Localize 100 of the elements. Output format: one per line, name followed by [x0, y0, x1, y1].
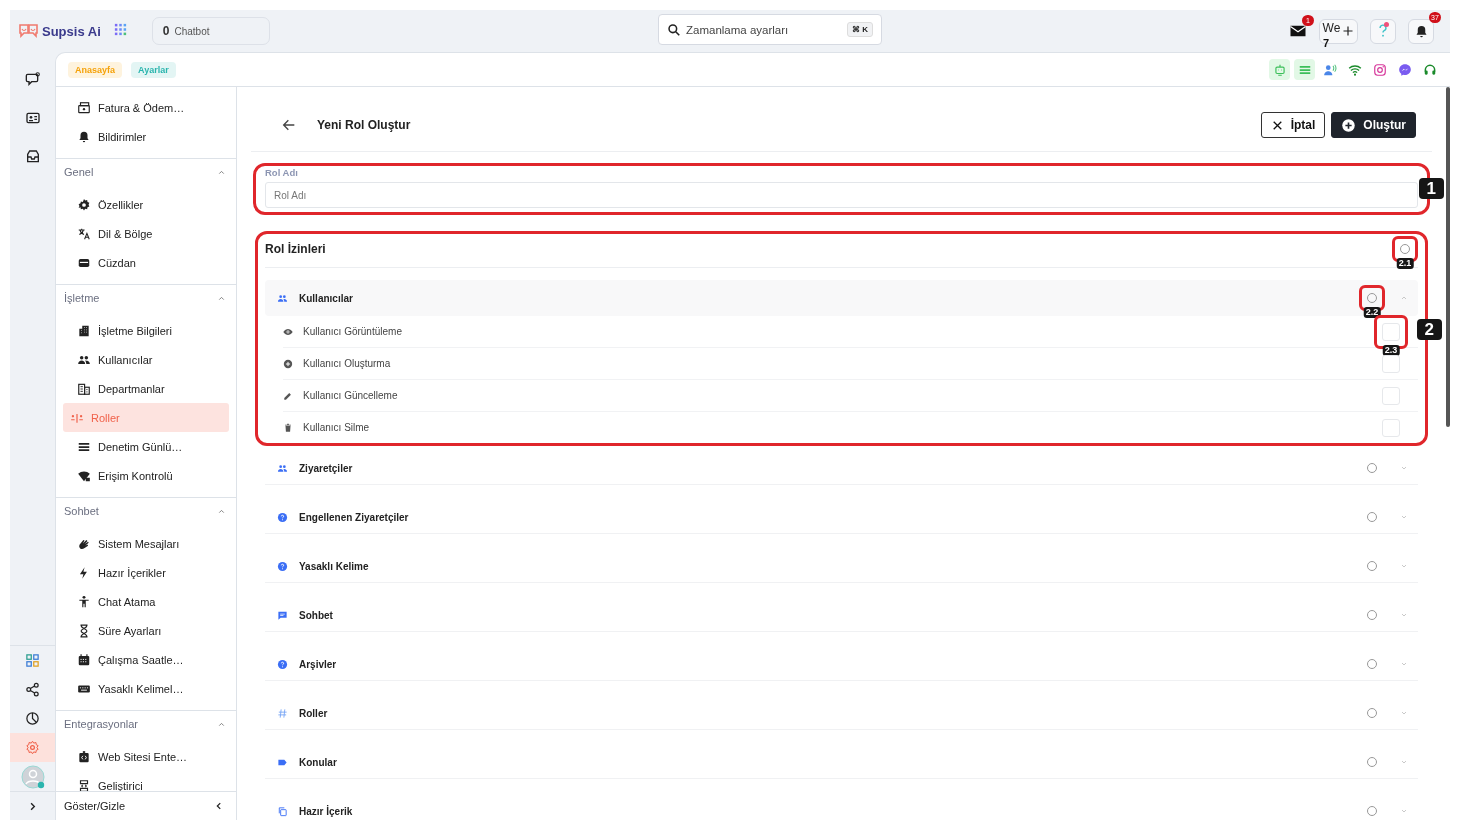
sidebar-item[interactable]: Fatura & Ödem… — [63, 93, 229, 123]
toggle-label[interactable]: Göster/Gizle — [64, 800, 126, 812]
annotation-label: 1 — [1418, 178, 1444, 199]
speaker-person-icon[interactable] — [1322, 62, 1337, 77]
share-icon[interactable] — [25, 682, 40, 697]
chat-bubble-icon — [277, 609, 288, 621]
hourglass-icon — [77, 623, 91, 638]
hash-icon — [277, 707, 288, 719]
alert-dot — [1384, 21, 1389, 27]
sidebar-item[interactable]: Özellikler — [63, 190, 229, 219]
chevron-down-icon[interactable] — [1400, 807, 1408, 815]
cancel-button[interactable]: İptal — [1260, 112, 1326, 138]
apps-icon[interactable] — [25, 653, 40, 668]
apps-grid-icon[interactable] — [112, 21, 128, 37]
shortcut-hint: ⌘ K — [847, 22, 873, 37]
building-icon — [77, 323, 91, 338]
permission-checkbox[interactable] — [1382, 386, 1400, 405]
plus-icon — [1342, 25, 1355, 37]
sidebar-item[interactable]: Yasaklı Kelimel… — [63, 674, 229, 703]
permission-name: Kullanıcı Silme — [303, 422, 371, 433]
section-title: Genel — [64, 166, 94, 178]
brand-name: Supsis Ai — [42, 23, 101, 39]
page-title: Yeni Rol Oluştur — [317, 118, 411, 132]
chevron-down-icon[interactable] — [1400, 464, 1408, 472]
chevron-down-icon[interactable] — [1400, 562, 1408, 570]
help-circle-icon — [277, 511, 288, 523]
invoice-icon — [77, 100, 91, 115]
chatbot-count: 0 — [162, 24, 170, 38]
annotation-label: 2.2 — [1363, 307, 1381, 318]
trash-icon — [283, 422, 293, 433]
logo-icon — [18, 23, 40, 39]
chevron-down-icon[interactable] — [1400, 758, 1408, 766]
code-icon — [77, 749, 91, 764]
inbox-icon[interactable] — [24, 148, 41, 165]
camera-icon[interactable] — [1372, 62, 1387, 77]
translate-icon — [77, 226, 91, 241]
help-button[interactable] — [1370, 18, 1396, 44]
chatbot-label: Chatbot — [174, 25, 210, 37]
plus-circle-icon — [283, 358, 293, 369]
sidebar-item[interactable]: Sistem Mesajları — [63, 529, 229, 558]
pie-chart-icon[interactable] — [25, 711, 40, 726]
settings-icon[interactable] — [25, 740, 40, 755]
permission-name: Kullanıcı Oluşturma — [303, 358, 392, 369]
group-name: Sohbet — [299, 609, 334, 621]
chevron-down-icon[interactable] — [1400, 709, 1408, 717]
chat-icon[interactable] — [24, 70, 41, 87]
sidebar-item[interactable]: Süre Ayarları — [63, 616, 229, 645]
sidebar-item[interactable]: Denetim Günlü… — [63, 432, 229, 461]
chevron-down-icon[interactable] — [1400, 513, 1408, 521]
notifications-button[interactable] — [1408, 18, 1434, 44]
search-icon — [667, 22, 681, 37]
avatar-icon[interactable] — [20, 764, 45, 789]
scrollbar-thumb[interactable] — [1446, 87, 1450, 427]
sidebar-item[interactable]: Cüzdan — [63, 248, 229, 277]
permission-checkbox[interactable] — [1382, 354, 1400, 373]
group-name: Kullanıcılar — [299, 292, 354, 304]
chatbot-counter[interactable]: 0 Chatbot — [151, 17, 270, 45]
search-field[interactable]: Zamanlama ayarları ⌘ K — [658, 14, 882, 45]
permission-group-header[interactable]: Kullanıcılar 2.2 — [265, 280, 1418, 316]
bell-icon — [77, 130, 91, 145]
role-name-field[interactable]: Rol Adı — [265, 182, 1418, 208]
chevron-down-icon[interactable] — [1400, 611, 1408, 619]
sidebar-item[interactable]: Hazır İçerikler — [63, 558, 229, 587]
create-button[interactable]: Oluştur — [1331, 112, 1416, 138]
sidebar-item[interactable]: Erişim Kontrolü — [63, 461, 229, 490]
annotation-label: 2 — [1416, 319, 1442, 340]
calendar-icon — [77, 652, 91, 667]
eye-icon — [283, 326, 293, 337]
wifi-icon[interactable] — [1347, 62, 1362, 77]
pencil-icon — [283, 390, 293, 401]
sidebar-item[interactable]: Chat Atama — [63, 587, 229, 616]
robot-icon[interactable] — [1272, 62, 1287, 77]
people-icon — [277, 462, 288, 474]
people-icon — [277, 292, 288, 304]
annotation-label: 2.1 — [1396, 258, 1414, 269]
back-arrow-icon[interactable] — [281, 117, 297, 133]
copy-icon — [277, 805, 288, 817]
permission-name: Kullanıcı Güncelleme — [303, 390, 399, 401]
section-title: Entegrasyonlar — [64, 718, 138, 730]
chevron-left-icon[interactable] — [214, 801, 224, 811]
sidebar-item[interactable]: Kullanıcılar — [63, 345, 229, 374]
permission-checkbox[interactable] — [1382, 322, 1400, 341]
sidebar-item[interactable]: Web Sitesi Ente… — [63, 742, 229, 771]
sidebar-item[interactable]: Geliştirici — [63, 771, 229, 791]
sidebar-item[interactable]: Bildirimler — [63, 122, 229, 152]
help-circle-icon — [277, 658, 288, 670]
sidebar-item[interactable]: Dil & Bölge — [63, 219, 229, 248]
sidebar-item[interactable]: Departmanlar — [63, 374, 229, 403]
section-title: Rol İzinleri — [265, 242, 326, 256]
headset-icon[interactable] — [1422, 62, 1437, 77]
sidebar-item[interactable]: İşletme Bilgileri — [63, 316, 229, 345]
sidebar-item[interactable]: Çalışma Saatle… — [63, 645, 229, 674]
help-circle-icon — [277, 560, 288, 572]
messenger-icon[interactable] — [1397, 62, 1412, 77]
chevron-down-icon[interactable] — [1400, 660, 1408, 668]
workspace-label: We — [1322, 21, 1341, 35]
chevron-up-icon[interactable] — [1400, 294, 1408, 302]
permission-checkbox[interactable] — [1382, 418, 1400, 437]
group-name: Arşivler — [299, 658, 338, 670]
departments-icon — [77, 381, 91, 396]
